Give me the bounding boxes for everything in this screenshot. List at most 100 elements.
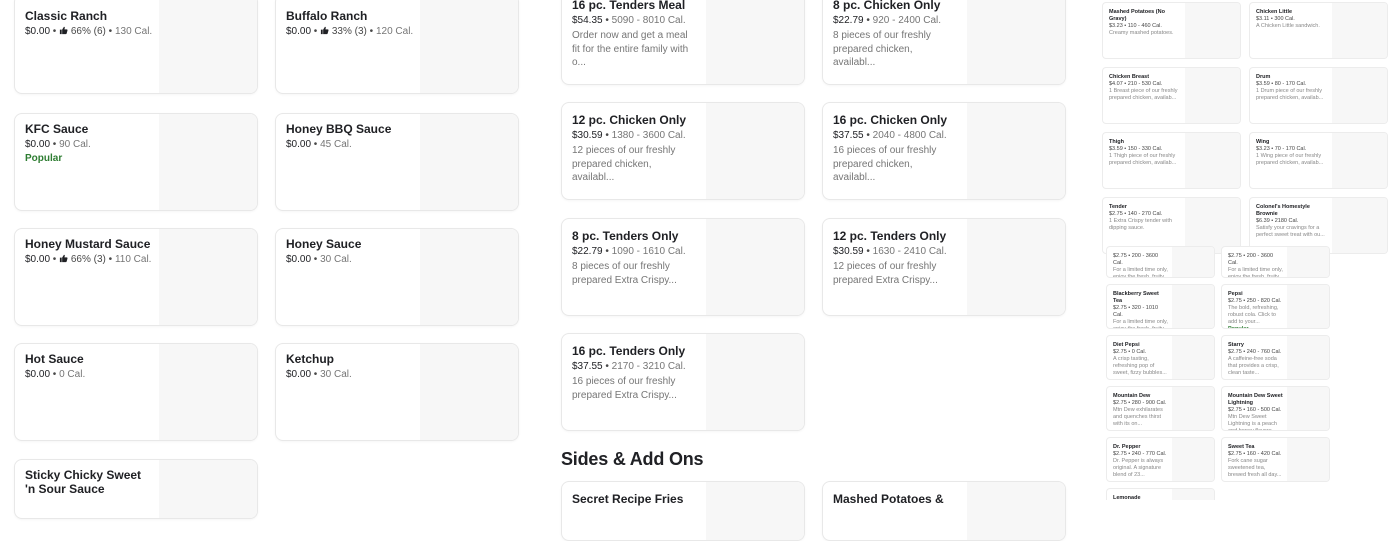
mini-menu-card[interactable]: Chicken Little $3.11 • 300 Cal. A Chicken … [1249, 2, 1388, 59]
item-meta: $0.00 • 90 Cal. [25, 139, 91, 150]
mini-card-meta: $4.07 • 210 - 530 Cal. [1109, 81, 1163, 87]
mini-menu-card[interactable]: Diet Pepsi $2.75 • 0 Cal. A crisp tasting,… [1106, 335, 1215, 380]
mini-card-meta: $2.75 • 250 - 820 Cal. [1228, 298, 1282, 304]
sauce-card-hot-sauce[interactable]: Hot Sauce $0.00 • 0 Cal. [14, 343, 258, 441]
mini-card-meta: $3.23 • 110 - 460 Cal. [1109, 23, 1162, 29]
item-image [1185, 68, 1240, 123]
meal-card-16pc-chicken-only[interactable]: 16 pc. Chicken Only $37.55 • 2040 - 4800… [822, 102, 1066, 200]
item-title: 8 pc. Tenders Only [572, 229, 679, 243]
mini-card-text: Mashed Potatoes (No Gravy) $3.23 • 110 - … [1109, 9, 1181, 37]
mini-card-desc: Mtn Dew exhilarates and quenches thirst … [1113, 407, 1163, 427]
right-panel-preview: Mashed Potatoes (No Gravy) $3.23 • 110 - … [1100, 0, 1390, 500]
meal-card-16pc-tenders-only[interactable]: 16 pc. Tenders Only $37.55 • 2170 - 3210… [561, 333, 805, 431]
mini-card-text: Blackberry Sweet Tea $2.75 • 320 - 1010 C… [1113, 291, 1168, 328]
thumbs-up-icon [320, 26, 329, 35]
item-meta: $0.00 • 33% (3) • 120 Cal. [286, 26, 414, 37]
meal-card-12pc-tenders-only[interactable]: 12 pc. Tenders Only $30.59 • 1630 - 2410… [822, 218, 1066, 316]
sauce-card-ketchup[interactable]: Ketchup $0.00 • 30 Cal. [275, 343, 519, 441]
mini-card-desc: 1 Extra Crispy tender with dipping sauce… [1109, 218, 1172, 231]
mini-menu-card[interactable]: Blackberry Sweet Tea $2.75 • 320 - 1010 C… [1106, 284, 1215, 329]
mini-card-desc: A Chicken Little sandwich. [1256, 23, 1320, 29]
mini-card-title: Drum [1256, 74, 1271, 80]
item-image [1287, 336, 1329, 379]
mini-card-desc: Creamy mashed potatoes. [1109, 30, 1174, 36]
mini-card-text: Diet Pepsi $2.75 • 0 Cal. A crisp tasting,… [1113, 342, 1168, 377]
mini-menu-card[interactable]: Mashed Potatoes (No Gravy) $3.23 • 110 - … [1102, 2, 1241, 59]
mini-card-meta: $2.75 • 200 - 3600 Cal. [1228, 253, 1274, 266]
mini-menu-card[interactable]: Mountain Dew $2.75 • 280 - 900 Cal. Mtn De… [1106, 386, 1215, 431]
item-meta: $30.59 • 1380 - 3600 Cal. [572, 130, 686, 141]
sauce-card-buffalo-ranch[interactable]: Buffalo Ranch $0.00 • 33% (3) • 120 Cal. [275, 0, 519, 94]
mini-card-text: Wing $3.23 • 70 - 170 Cal. 1 Wing piece of… [1256, 139, 1328, 167]
item-image [1287, 387, 1329, 430]
mini-menu-card[interactable]: Lemonade [1106, 488, 1215, 500]
mini-card-text: $2.75 • 200 - 3600 Cal. For a limited tim… [1228, 253, 1283, 277]
sauce-card-honey-sauce[interactable]: Honey Sauce $0.00 • 30 Cal. [275, 228, 519, 326]
mini-card-meta: $3.23 • 70 - 170 Cal. [1256, 146, 1307, 152]
mini-card-text: Sweet Tea $2.75 • 160 - 420 Cal. Fork cane… [1228, 444, 1283, 479]
mini-menu-card[interactable]: Dr. Pepper $2.75 • 240 - 770 Cal. Dr. Pepp… [1106, 437, 1215, 482]
mini-card-text: Pepsi $2.75 • 250 - 820 Cal. The bold, ref… [1228, 291, 1283, 328]
item-title: Hot Sauce [25, 352, 84, 366]
sauce-card-classic-ranch[interactable]: Classic Ranch $0.00 • 66% (6) • 130 Cal. [14, 0, 258, 94]
sauce-card-sticky-chicky[interactable]: Sticky Chicky Sweet 'n Sour Sauce [14, 459, 258, 519]
sauce-card-kfc-sauce[interactable]: KFC Sauce $0.00 • 90 Cal. Popular [14, 113, 258, 211]
mini-card-meta: $2.75 • 240 - 770 Cal. [1113, 451, 1167, 457]
item-image [1287, 285, 1329, 328]
item-image [967, 219, 1065, 315]
item-meta: $30.59 • 1630 - 2410 Cal. [833, 246, 947, 257]
mini-card-meta: $2.75 • 160 - 420 Cal. [1228, 451, 1282, 457]
item-title: Sticky Chicky Sweet 'n Sour Sauce [25, 468, 142, 496]
sauce-card-honey-bbq[interactable]: Honey BBQ Sauce $0.00 • 45 Cal. [275, 113, 519, 211]
meal-card-8pc-tenders-only[interactable]: 8 pc. Tenders Only $22.79 • 1090 - 1610 … [561, 218, 805, 316]
mini-menu-card[interactable]: $2.75 • 200 - 3600 Cal. For a limited tim… [1106, 246, 1215, 278]
item-image [1172, 285, 1214, 328]
item-title: 16 pc. Tenders Only [572, 344, 686, 358]
mini-card-desc: Dr. Pepper is always original. A signatu… [1113, 458, 1164, 478]
item-image [1172, 247, 1214, 277]
mini-card-meta: $2.75 • 140 - 270 Cal. [1109, 211, 1163, 217]
side-card-secret-recipe-fries[interactable]: Secret Recipe Fries [561, 481, 805, 541]
item-meta: $0.00 • 66% (3) • 110 Cal. [25, 254, 152, 265]
item-description: 8 pieces of our freshly prepared Extra C… [572, 261, 677, 286]
item-image [706, 482, 804, 540]
mini-card-title: Mashed Potatoes (No Gravy) [1109, 9, 1165, 22]
item-description: Order now and get a meal fit for the ent… [572, 30, 689, 68]
sauce-card-honey-mustard[interactable]: Honey Mustard Sauce $0.00 • 66% (3) • 11… [14, 228, 258, 326]
mini-card-text: $2.75 • 200 - 3600 Cal. For a limited tim… [1113, 253, 1168, 277]
mini-card-text: Chicken Breast $4.07 • 210 - 530 Cal. 1 Br… [1109, 74, 1181, 102]
mini-menu-card[interactable]: Thigh $3.59 • 150 - 330 Cal. 1 Thigh piece… [1102, 132, 1241, 189]
meal-card-12pc-chicken-only[interactable]: 12 pc. Chicken Only $30.59 • 1380 - 3600… [561, 102, 805, 200]
mini-menu-card[interactable]: Chicken Breast $4.07 • 210 - 530 Cal. 1 Br… [1102, 67, 1241, 124]
item-image [1332, 68, 1387, 123]
meal-card-8pc-chicken-only[interactable]: 8 pc. Chicken Only $22.79 • 920 - 2400 C… [822, 0, 1066, 85]
item-image [1185, 198, 1240, 253]
mini-card-desc: A crisp tasting, refreshing pop of sweet… [1113, 356, 1167, 376]
item-meta: $54.35 • 5090 - 8010 Cal. [572, 15, 686, 26]
mini-menu-card[interactable]: $2.75 • 200 - 3600 Cal. For a limited tim… [1221, 246, 1330, 278]
item-image [706, 103, 804, 199]
side-card-mashed-potatoes[interactable]: Mashed Potatoes & [822, 481, 1066, 541]
item-meta: $37.55 • 2170 - 3210 Cal. [572, 361, 686, 372]
mini-card-title: Pepsi [1228, 291, 1243, 297]
item-title: 16 pc. Tenders Meal [572, 0, 686, 12]
mini-menu-card[interactable]: Starry $2.75 • 240 - 760 Cal. A caffeine-f… [1221, 335, 1330, 380]
mini-card-text: Tender $2.75 • 140 - 270 Cal. 1 Extra Cris… [1109, 204, 1181, 232]
meal-card-16pc-tenders-meal[interactable]: 16 pc. Tenders Meal $54.35 • 5090 - 8010… [561, 0, 805, 85]
item-title: Honey Mustard Sauce [25, 237, 151, 251]
mini-menu-card[interactable]: Drum $3.59 • 80 - 170 Cal. 1 Drum piece of… [1249, 67, 1388, 124]
mini-menu-card[interactable]: Pepsi $2.75 • 250 - 820 Cal. The bold, ref… [1221, 284, 1330, 329]
mini-card-title: Lemonade [1113, 495, 1141, 500]
mini-menu-card[interactable]: Wing $3.23 • 70 - 170 Cal. 1 Wing piece of… [1249, 132, 1388, 189]
item-image [967, 0, 1065, 84]
item-image [706, 219, 804, 315]
item-image [1287, 247, 1329, 277]
thumbs-up-icon [59, 26, 68, 35]
mini-menu-card[interactable]: Mountain Dew Sweet Lightning $2.75 • 160 … [1221, 386, 1330, 431]
item-title: Ketchup [286, 352, 334, 366]
mini-card-desc: 1 Wing piece of our freshly prepared chi… [1256, 153, 1324, 166]
mini-menu-card[interactable]: Sweet Tea $2.75 • 160 - 420 Cal. Fork cane… [1221, 437, 1330, 482]
mini-card-text: Lemonade [1113, 495, 1168, 500]
mini-card-title: Colonel's Homestyle Brownie [1256, 204, 1310, 217]
item-description: 12 pieces of our freshly prepared Extra … [833, 261, 938, 286]
